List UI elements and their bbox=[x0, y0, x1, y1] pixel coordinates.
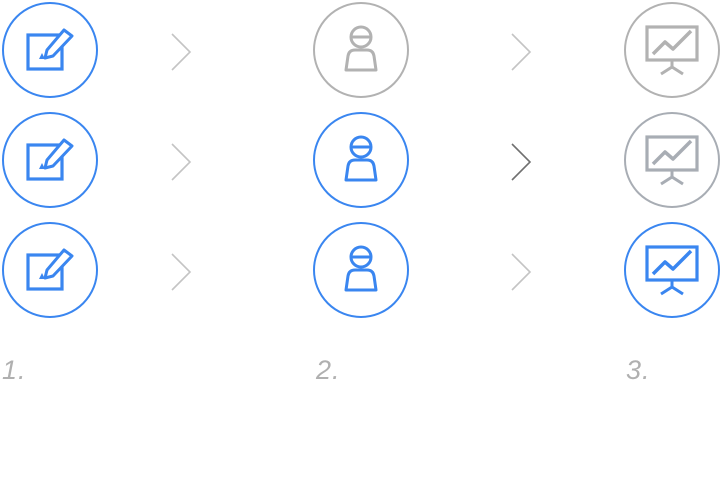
step-3-chart-circle bbox=[624, 112, 720, 208]
step-label-3: 3. bbox=[626, 355, 651, 385]
chevron-right-icon bbox=[509, 142, 533, 182]
step-1-edit-circle bbox=[2, 222, 98, 318]
step-1-edit-circle bbox=[2, 2, 98, 98]
edit-icon bbox=[20, 135, 80, 185]
chevron-right-icon bbox=[509, 32, 533, 72]
step-2-user-circle bbox=[313, 2, 409, 98]
presentation-chart-icon bbox=[641, 131, 703, 189]
presentation-chart-icon bbox=[641, 241, 703, 299]
presentation-chart-icon bbox=[641, 21, 703, 79]
user-icon bbox=[336, 242, 386, 298]
step-2-user-circle bbox=[313, 222, 409, 318]
edit-icon bbox=[20, 245, 80, 295]
chevron-right-icon bbox=[169, 142, 193, 182]
step-3-chart-circle bbox=[624, 2, 720, 98]
edit-icon bbox=[20, 25, 80, 75]
step-label-1: 1. bbox=[2, 355, 27, 385]
chevron-right-icon bbox=[169, 32, 193, 72]
user-icon bbox=[336, 132, 386, 188]
step-1-edit-circle bbox=[2, 112, 98, 208]
step-3-chart-circle bbox=[624, 222, 720, 318]
chevron-right-icon bbox=[509, 252, 533, 292]
chevron-right-icon bbox=[169, 252, 193, 292]
step-label-2: 2. bbox=[316, 355, 341, 385]
step-2-user-circle bbox=[313, 112, 409, 208]
user-icon bbox=[336, 22, 386, 78]
